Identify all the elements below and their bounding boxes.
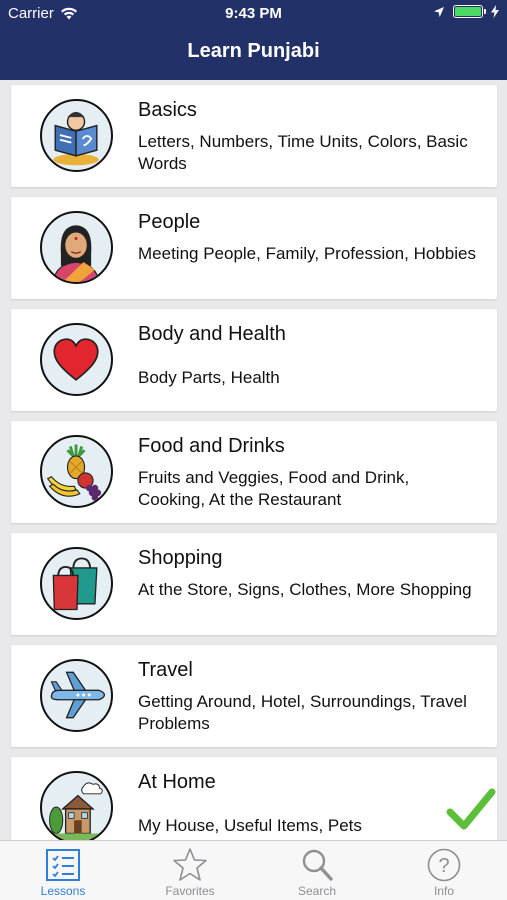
lesson-title: People (138, 211, 201, 233)
tab-bar: Lessons Favorites Search ? Info (0, 840, 507, 900)
navigation-header: Carrier 9:43 PM Learn Punjabi (0, 0, 507, 80)
lesson-card-travel[interactable]: Travel Getting Around, Hotel, Surroundin… (11, 645, 497, 747)
tab-label: Lessons (40, 884, 86, 898)
charging-bolt-icon (491, 5, 499, 18)
lessons-list[interactable]: Basics Letters, Numbers, Time Units, Col… (0, 80, 507, 840)
tab-search[interactable]: Search (254, 841, 380, 900)
lesson-subtitle: Meeting People, Family, Profession, Hobb… (138, 244, 476, 263)
lesson-title: Travel (138, 659, 193, 681)
lesson-card-body-and-health[interactable]: Body and Health Body Parts, Health (11, 309, 497, 411)
reading-book-icon (40, 99, 113, 172)
lesson-title: Basics (138, 99, 197, 121)
status-right (433, 5, 499, 18)
lesson-title: Food and Drinks (138, 435, 285, 457)
info-question-icon: ? (427, 848, 461, 882)
search-icon (302, 849, 333, 881)
heart-icon (40, 323, 113, 396)
battery-fill (455, 7, 481, 16)
clock: 9:43 PM (225, 5, 282, 22)
house-icon (40, 771, 113, 840)
star-icon (173, 848, 207, 881)
page-title: Learn Punjabi (187, 40, 320, 62)
lesson-title: Shopping (138, 547, 223, 569)
tab-favorites[interactable]: Favorites (127, 841, 253, 900)
lesson-card-food-and-drinks[interactable]: Food and Drinks Fruits and Veggies, Food… (11, 421, 497, 523)
lesson-title: Body and Health (138, 323, 286, 345)
fruits-icon (40, 435, 113, 508)
svg-text:?: ? (438, 855, 449, 877)
tab-label: Search (297, 884, 337, 898)
lesson-title: At Home (138, 771, 216, 793)
tab-info[interactable]: ? Info (381, 841, 507, 900)
status-bar: Carrier 9:43 PM (0, 0, 507, 28)
location-arrow-icon (434, 6, 444, 17)
lesson-subtitle: Getting Around, Hotel, Surroundings, Tra… (138, 692, 467, 733)
checkmark-icon (446, 788, 496, 830)
tab-label: Favorites (165, 884, 215, 898)
lessons-list-icon (46, 849, 80, 881)
lesson-card-basics[interactable]: Basics Letters, Numbers, Time Units, Col… (11, 85, 497, 187)
tab-lessons[interactable]: Lessons (0, 841, 126, 900)
lesson-card-people[interactable]: People Meeting People, Family, Professio… (11, 197, 497, 299)
shopping-bags-icon (40, 547, 113, 620)
airplane-icon (40, 659, 113, 732)
lesson-card-at-home[interactable]: At Home My House, Useful Items, Pets (11, 757, 497, 840)
tab-label: Info (433, 884, 454, 898)
battery-icon (453, 5, 486, 18)
woman-portrait-icon (40, 211, 113, 284)
lesson-subtitle: Letters, Numbers, Time Units, Colors, Ba… (138, 132, 468, 173)
lesson-card-shopping[interactable]: Shopping At the Store, Signs, Clothes, M… (11, 533, 497, 635)
lesson-subtitle: My House, Useful Items, Pets (138, 816, 362, 835)
lesson-subtitle: At the Store, Signs, Clothes, More Shopp… (138, 580, 472, 599)
lesson-subtitle: Fruits and Veggies, Food and Drink, Cook… (138, 468, 410, 509)
lesson-subtitle: Body Parts, Health (138, 368, 280, 387)
